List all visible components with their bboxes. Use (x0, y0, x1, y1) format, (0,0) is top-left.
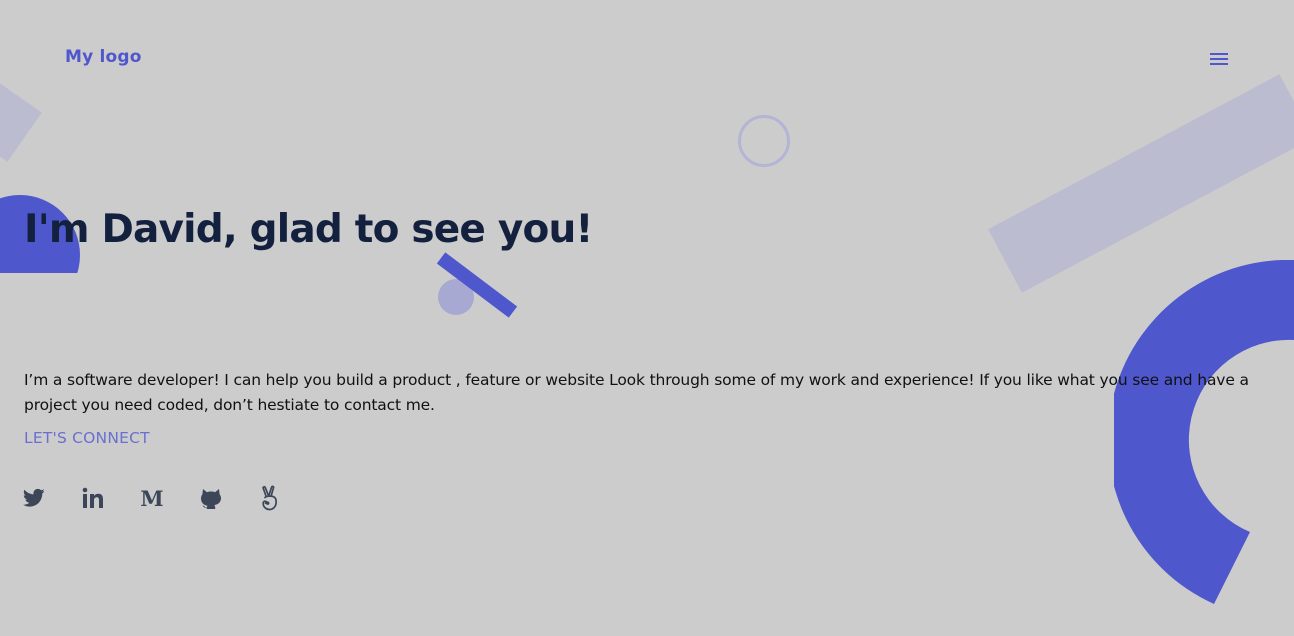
angellist-icon (262, 485, 277, 511)
menu-button[interactable] (1206, 48, 1232, 70)
twitter-icon (23, 488, 45, 507)
decorative-bar-shape (436, 252, 518, 318)
decorative-ring-shape (738, 115, 790, 167)
hero-bio: I’m a software developer! I can help you… (24, 371, 1249, 414)
decorative-arc-shape (1114, 260, 1294, 604)
site-logo[interactable]: My logo (65, 47, 142, 67)
linkedin-link[interactable] (81, 484, 105, 512)
social-links: M (22, 484, 317, 512)
hero-headline: I'm David, glad to see you! (24, 207, 593, 252)
decorative-wide-bar-shape (988, 74, 1294, 293)
github-icon (201, 489, 221, 509)
lets-connect-link[interactable]: LET'S CONNECT (24, 429, 150, 447)
angellist-link[interactable] (258, 484, 282, 512)
page: My logo I'm David, glad to see you! I’m … (0, 0, 1294, 636)
medium-link[interactable]: M (140, 484, 164, 512)
medium-icon: M (140, 485, 164, 511)
decorative-dot-shape (438, 279, 474, 315)
linkedin-icon (82, 487, 103, 508)
github-link[interactable] (199, 484, 223, 512)
decorative-square-shape (0, 78, 42, 162)
hamburger-menu-icon (1210, 53, 1228, 65)
twitter-link[interactable] (22, 484, 46, 512)
